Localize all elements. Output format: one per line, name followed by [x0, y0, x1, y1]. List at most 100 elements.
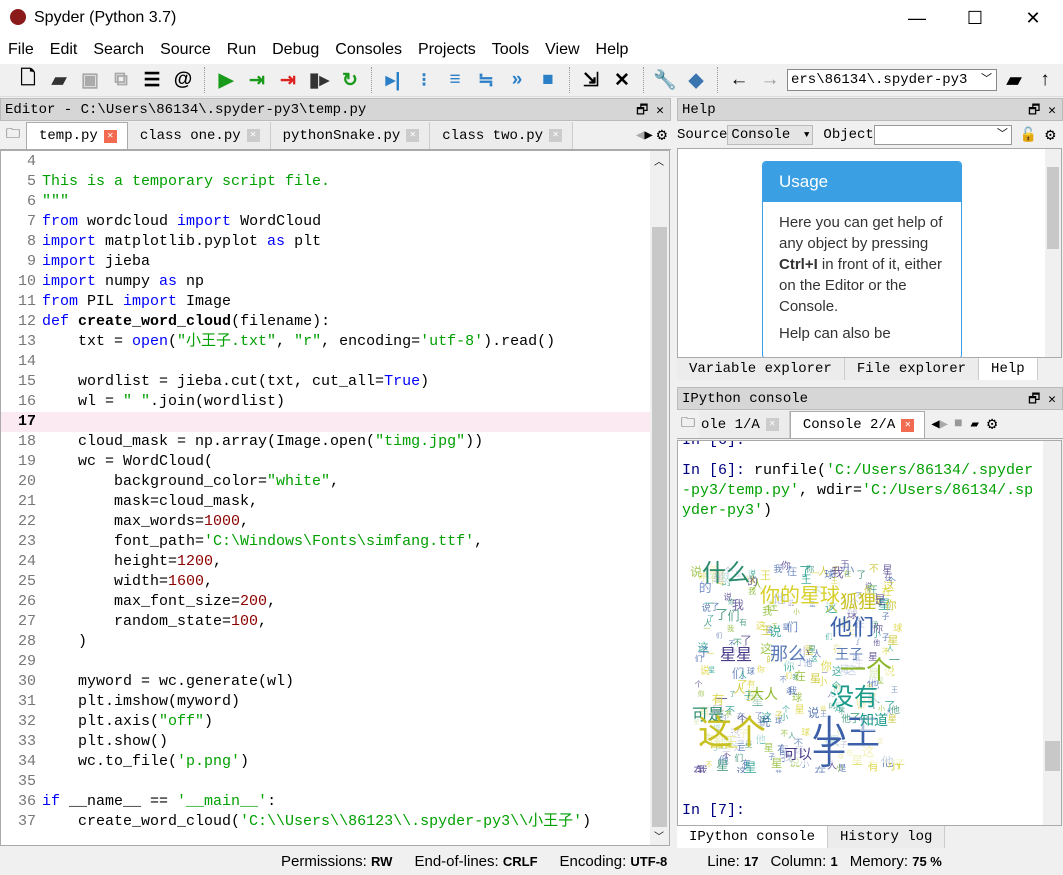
- tab-temp-py[interactable]: temp.py ✕: [26, 122, 128, 149]
- code-line[interactable]: 18 cloud_mask = np.array(Image.open("tim…: [1, 432, 669, 452]
- help-scrollbar[interactable]: [1045, 149, 1061, 357]
- scrollbar-thumb[interactable]: [1047, 167, 1059, 249]
- close-tab-icon[interactable]: ✕: [765, 418, 779, 431]
- menu-projects[interactable]: Projects: [410, 41, 484, 59]
- debug-icon[interactable]: ▸|: [379, 66, 407, 94]
- code-line[interactable]: 25 width=1600,: [1, 572, 669, 592]
- fullscreen-icon[interactable]: ✕: [608, 66, 636, 94]
- eraser-icon[interactable]: ▰: [971, 416, 979, 433]
- code-line[interactable]: 29: [1, 652, 669, 672]
- run-icon[interactable]: ▶: [212, 66, 240, 94]
- scroll-tabs-left-icon[interactable]: ◀: [636, 127, 644, 144]
- menu-consoles[interactable]: Consoles: [327, 41, 410, 59]
- close-tab-icon[interactable]: ✕: [901, 418, 915, 432]
- code-line[interactable]: 5 This is a temporary script file.: [1, 172, 669, 192]
- console-scrollbar[interactable]: [1043, 441, 1061, 825]
- gear-icon[interactable]: ⚙: [1045, 125, 1055, 146]
- menu-source[interactable]: Source: [152, 41, 219, 59]
- code-line[interactable]: 21 mask=cloud_mask,: [1, 492, 669, 512]
- close-tab-icon[interactable]: ✕: [406, 129, 420, 142]
- minimize-button[interactable]: —: [888, 0, 946, 36]
- tab-class-two-py[interactable]: class two.py ✕: [430, 122, 574, 149]
- browse-tabs-icon[interactable]: 🗀: [677, 412, 699, 436]
- code-line[interactable]: 13 txt = open("小王子.txt", "r", encoding='…: [1, 332, 669, 352]
- code-line[interactable]: 15 wordlist = jieba.cut(txt, cut_all=Tru…: [1, 372, 669, 392]
- tab-help[interactable]: Help: [979, 358, 1038, 380]
- code-line[interactable]: 4: [1, 152, 669, 172]
- step-icon[interactable]: ⁝: [410, 66, 438, 94]
- wrench-icon[interactable]: 🔧: [651, 66, 679, 94]
- code-line[interactable]: 6 """: [1, 192, 669, 212]
- code-line[interactable]: 11 from PIL import Image: [1, 292, 669, 312]
- save-all-icon[interactable]: ⧉: [107, 66, 135, 94]
- code-line[interactable]: 19 wc = WordCloud(: [1, 452, 669, 472]
- code-line[interactable]: 31 plt.imshow(myword): [1, 692, 669, 712]
- code-editor[interactable]: 4 5 This is a temporary script file. 6 """ 7 f…: [0, 150, 670, 846]
- code-line[interactable]: 12 def create_word_cloud(filename):: [1, 312, 669, 332]
- menu-file[interactable]: File: [0, 41, 42, 59]
- list-icon[interactable]: ☰: [138, 66, 166, 94]
- browse-folder-icon[interactable]: ▰: [1000, 66, 1028, 94]
- close-tab-icon[interactable]: ✕: [246, 129, 260, 142]
- code-line[interactable]: 26 max_font_size=200,: [1, 592, 669, 612]
- source-select[interactable]: Console ▼: [727, 125, 814, 145]
- stop-kernel-icon[interactable]: ■: [954, 416, 962, 432]
- code-line[interactable]: 10 import numpy as np: [1, 272, 669, 292]
- at-icon[interactable]: @: [169, 66, 197, 94]
- parent-directory-icon[interactable]: ↑: [1031, 66, 1059, 94]
- editor-scrollbar[interactable]: ︿ ﹀: [650, 151, 669, 845]
- code-line[interactable]: 34 wc.to_file('p.png'): [1, 752, 669, 772]
- tab-file-explorer[interactable]: File explorer: [844, 358, 980, 380]
- code-line[interactable]: 28 ): [1, 632, 669, 652]
- tab-variable-explorer[interactable]: Variable explorer: [677, 358, 845, 380]
- continue-icon[interactable]: »: [503, 66, 531, 94]
- lock-icon[interactable]: 🔓: [1020, 127, 1037, 144]
- browse-tabs-icon[interactable]: 🗀: [0, 123, 26, 147]
- scroll-up-icon[interactable]: ︿: [654, 153, 664, 168]
- menu-edit[interactable]: Edit: [42, 41, 86, 59]
- tab-console-2[interactable]: Console 2/A ✕: [789, 411, 926, 438]
- step-into-icon[interactable]: ≡: [441, 66, 469, 94]
- tab-pythonsnake-py[interactable]: pythonSnake.py ✕: [270, 122, 431, 149]
- stop-icon[interactable]: ■: [534, 66, 562, 94]
- undock-close-icons[interactable]: 🗗 ✕: [1028, 99, 1056, 122]
- code-line[interactable]: 17: [1, 412, 669, 432]
- scrollbar-thumb[interactable]: [1045, 741, 1060, 771]
- code-line[interactable]: 7 from wordcloud import WordCloud: [1, 212, 669, 232]
- python-icon[interactable]: ◆: [682, 66, 710, 94]
- gear-icon[interactable]: ⚙: [653, 125, 671, 146]
- code-line[interactable]: 37 create_word_cloud('C:\\Users\\86123\\…: [1, 812, 669, 832]
- scroll-tabs-right-icon[interactable]: ▶: [644, 127, 652, 144]
- code-line[interactable]: 22 max_words=1000,: [1, 512, 669, 532]
- scrollbar-thumb[interactable]: [652, 227, 667, 827]
- step-return-icon[interactable]: ≒: [472, 66, 500, 94]
- code-line[interactable]: 9 import jieba: [1, 252, 669, 272]
- code-line[interactable]: 8 import matplotlib.pyplot as plt: [1, 232, 669, 252]
- undock-close-icons[interactable]: 🗗 ✕: [1028, 388, 1056, 411]
- tab-console-1[interactable]: ole 1/A ✕: [699, 411, 790, 438]
- code-line[interactable]: 20 background_color="white",: [1, 472, 669, 492]
- menu-search[interactable]: Search: [85, 41, 152, 59]
- menu-tools[interactable]: Tools: [484, 41, 537, 59]
- close-tab-icon[interactable]: ✕: [103, 129, 117, 143]
- code-line[interactable]: 23 font_path='C:\Windows\Fonts\simfang.t…: [1, 532, 669, 552]
- code-line[interactable]: 14: [1, 352, 669, 372]
- run-cell-icon[interactable]: ⇥: [243, 66, 271, 94]
- close-tab-icon[interactable]: ✕: [549, 129, 563, 142]
- ipython-console[interactable]: In [6]: In [6]: runfile('C:/Users/86134/…: [677, 440, 1062, 826]
- scroll-tabs-left-icon[interactable]: ◀: [931, 416, 939, 433]
- code-line[interactable]: 27 random_state=100,: [1, 612, 669, 632]
- menu-view[interactable]: View: [537, 41, 587, 59]
- menu-run[interactable]: Run: [219, 41, 264, 59]
- code-line[interactable]: 32 plt.axis("off"): [1, 712, 669, 732]
- tab-class-one-py[interactable]: class one.py ✕: [127, 122, 271, 149]
- maximize-pane-icon[interactable]: ⇲: [577, 66, 605, 94]
- menu-help[interactable]: Help: [588, 41, 637, 59]
- code-line[interactable]: 36 if __name__ == '__main__':: [1, 792, 669, 812]
- back-arrow-icon[interactable]: ←: [725, 66, 753, 94]
- code-line[interactable]: 24 height=1200,: [1, 552, 669, 572]
- run-cell-advance-icon[interactable]: ⇥: [274, 66, 302, 94]
- scroll-down-icon[interactable]: ﹀: [654, 828, 664, 843]
- maximize-button[interactable]: ☐: [946, 0, 1004, 36]
- tab-history-log[interactable]: History log: [828, 826, 946, 848]
